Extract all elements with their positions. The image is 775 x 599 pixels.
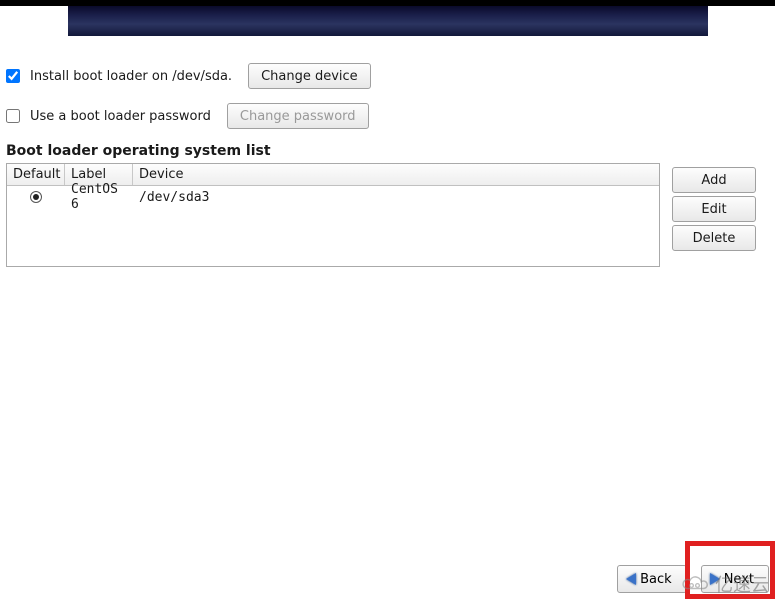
- bootloader-password-row: Use a boot loader password Change passwo…: [6, 103, 769, 129]
- row-default-cell[interactable]: [7, 189, 65, 205]
- radio-selected-icon: [30, 191, 42, 203]
- install-bootloader-checkbox[interactable]: [6, 69, 20, 83]
- add-button[interactable]: Add: [672, 167, 756, 193]
- table-row[interactable]: CentOS 6 /dev/sda3: [7, 186, 659, 208]
- next-button[interactable]: Next: [701, 565, 769, 593]
- install-bootloader-row: Install boot loader on /dev/sda. Change …: [6, 63, 769, 89]
- change-device-button[interactable]: Change device: [248, 63, 371, 89]
- footer-nav: Back Next: [617, 565, 769, 593]
- back-button-label: Back: [640, 572, 672, 587]
- os-list-heading: Boot loader operating system list: [6, 143, 769, 159]
- next-button-label: Next: [724, 572, 754, 587]
- installer-banner: [68, 6, 708, 36]
- banner-area: [0, 6, 775, 41]
- bootloader-password-checkbox[interactable]: [6, 109, 20, 123]
- back-button[interactable]: Back: [617, 565, 687, 593]
- col-header-default[interactable]: Default: [7, 164, 65, 185]
- delete-button[interactable]: Delete: [672, 225, 756, 251]
- arrow-right-icon: [710, 573, 720, 585]
- bootloader-password-label[interactable]: Use a boot loader password: [30, 109, 211, 124]
- os-list-section: Default Label Device CentOS 6 /dev/sda3 …: [6, 163, 769, 267]
- col-header-device[interactable]: Device: [133, 164, 659, 185]
- edit-button[interactable]: Edit: [672, 196, 756, 222]
- os-list-side-buttons: Add Edit Delete: [672, 167, 756, 251]
- change-password-button: Change password: [227, 103, 369, 129]
- arrow-left-icon: [626, 573, 636, 585]
- row-label-cell: CentOS 6: [65, 180, 133, 214]
- row-device-cell: /dev/sda3: [133, 188, 659, 207]
- install-bootloader-label[interactable]: Install boot loader on /dev/sda.: [30, 69, 232, 84]
- main-content: Install boot loader on /dev/sda. Change …: [0, 41, 775, 267]
- os-list-table[interactable]: Default Label Device CentOS 6 /dev/sda3: [6, 163, 660, 267]
